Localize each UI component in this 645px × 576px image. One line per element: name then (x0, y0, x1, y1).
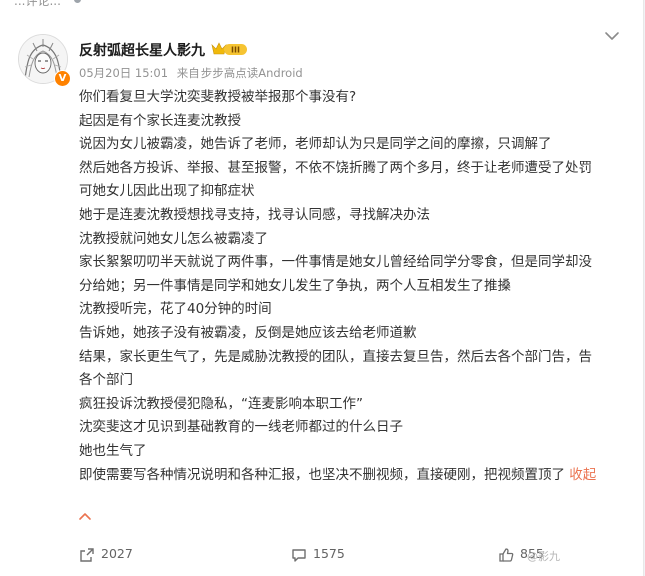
comment-button[interactable]: 1575 (291, 546, 345, 563)
content-line: 起因是有个家长连麦沈教授 (79, 112, 241, 129)
dot-icon (74, 0, 81, 3)
page: ...评论... V 反射弧超长星人影九 III 05月20日 15:01 来自… (0, 0, 645, 576)
content-line: 你们看复旦大学沈奕斐教授被举报那个事没有? (79, 89, 357, 105)
content-line: 然后她各方投诉、举报、甚至报警，不依不饶折腾了两个多月，终于让老师遭受了处罚 (79, 159, 592, 176)
content-line: 说因为女儿被霸凌，她告诉了老师，老师却认为只是同学之间的摩擦，只调解了 (79, 136, 552, 153)
thumbs-up-icon (499, 547, 514, 562)
post-meta: 05月20日 15:01 来自步步高点读Android (79, 65, 308, 81)
previous-item-fragment: ...评论... (0, 0, 643, 10)
content-line-last: 即使需要写各种情况说明和各种汇报，也坚决不删视频，直接硬刚，把视频置顶了 收起 (79, 464, 619, 488)
comment-count: 1575 (313, 546, 345, 561)
chevron-up-icon[interactable] (78, 511, 92, 523)
weibo-post-card: ...评论... V 反射弧超长星人影九 III 05月20日 15:01 来自… (0, 0, 644, 576)
content-line: 疯狂投诉沈教授侵犯隐私，“连麦影响本职工作” (79, 395, 363, 412)
verified-badge: V (54, 70, 71, 87)
comment-icon (292, 548, 306, 562)
share-count: 2027 (101, 546, 133, 561)
content-line: 家长絮絮叨叨半天就说了两件事，一件事情是她女儿曾经给同学分零食，但是同学却没 (79, 254, 592, 271)
watermark: @影九 (527, 550, 560, 563)
share-icon (80, 547, 94, 562)
previous-item-text: ...评论... (14, 0, 61, 8)
post-source: 步步高点读Android (200, 66, 303, 80)
chevron-down-icon[interactable] (604, 30, 620, 42)
content-line: 沈奕斐这才见识到基础教育的一线老师都过的什么日子 (79, 419, 403, 436)
content-line: 告诉她，她孩子没有被霸凌，反倒是她应该去给老师道歉 (79, 324, 417, 341)
collapse-link[interactable]: 收起 (569, 467, 596, 483)
source-prefix: 来自 (176, 66, 200, 80)
author-name[interactable]: 反射弧超长星人影九 (79, 40, 205, 60)
share-button[interactable]: 2027 (79, 546, 133, 563)
content-line: 她也生气了 (79, 442, 147, 459)
content-line: 各个部门 (79, 372, 133, 389)
post-date[interactable]: 05月20日 15:01 (79, 66, 168, 80)
content-line: 结果，家长更生气了，先是威胁沈教授的团队，直接去复旦告，然后去各个部门告，告 (79, 348, 592, 365)
post-content: 你们看复旦大学沈奕斐教授被举报那个事没有? 起因是有个家长连麦沈教授 说因为女儿… (79, 86, 619, 487)
content-line: 沈教授听完，花了40分钟的时间 (79, 301, 272, 318)
content-line: 沈教授就问她女儿怎么被霸凌了 (79, 230, 268, 247)
content-line: 她于是连麦沈教授想找寻支持，找寻认同感，寻找解决办法 (79, 206, 430, 223)
content-line: 可她女儿因此出现了抑郁症状 (79, 183, 255, 200)
crown-level-badge-icon[interactable]: III (210, 40, 250, 58)
content-line: 即使需要写各种情况说明和各种汇报，也坚决不删视频，直接硬刚，把视频置顶了 (79, 466, 565, 483)
content-line: 分给她；另一件事情是同学和她女儿发生了争执，两个人互相发生了推搡 (79, 277, 511, 294)
level-badge-text: III (231, 46, 240, 55)
